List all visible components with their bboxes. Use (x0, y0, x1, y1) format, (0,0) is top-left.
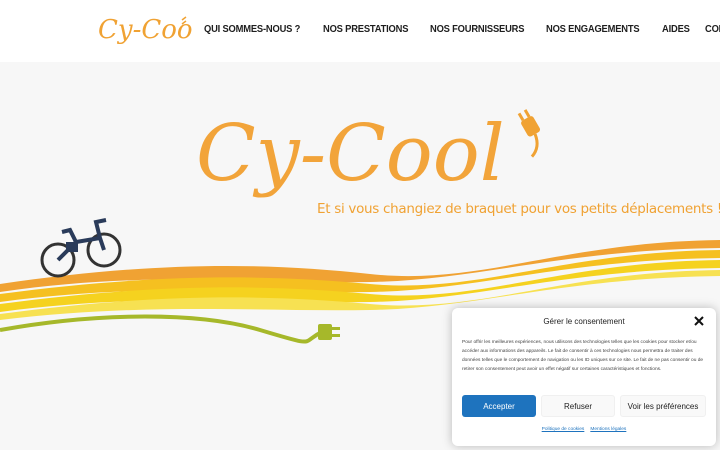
nav-contact[interactable]: CONTACT (705, 22, 720, 38)
cookie-policy-link[interactable]: Politique de cookies (542, 427, 585, 432)
nav-aides[interactable]: AIDES (662, 22, 690, 38)
preferences-button[interactable]: Voir les préférences (620, 395, 706, 417)
nav-qui-sommes-nous[interactable]: QUI SOMMES-NOUS ? (204, 22, 300, 38)
green-plug-icon (318, 324, 340, 340)
accept-button[interactable]: Accepter (462, 395, 536, 417)
main-nav: QUI SOMMES-NOUS ? NOS PRESTATIONS NOS FO… (204, 22, 720, 38)
close-icon[interactable] (692, 314, 706, 328)
consent-title: Gérer le consentement (543, 317, 625, 326)
svg-text:Cy-Cool: Cy-Cool (196, 109, 505, 199)
consent-body: Pour offrir les meilleures expériences, … (462, 340, 704, 372)
site-logo[interactable]: Cy-Cool (96, 8, 192, 52)
nav-prestations[interactable]: NOS PRESTATIONS (323, 22, 408, 38)
legal-notice-link[interactable]: Mentions légales (590, 427, 626, 432)
refuse-button[interactable]: Refuser (541, 395, 615, 417)
site-header: Cy-Cool QUI SOMMES-NOUS ? NOS PRESTATION… (0, 0, 720, 62)
plug-icon (517, 109, 541, 158)
hero-tagline: Et si vous changiez de braquet pour vos … (317, 201, 720, 217)
bicycle-icon (40, 218, 122, 278)
nav-fournisseurs[interactable]: NOS FOURNISSEURS (430, 22, 524, 38)
nav-engagements[interactable]: NOS ENGAGEMENTS (546, 22, 640, 38)
cookie-consent-dialog: Gérer le consentement Pour offrir les me… (452, 308, 716, 446)
svg-text:Cy-Cool: Cy-Cool (98, 15, 192, 45)
hero-logo: Cy-Cool (196, 109, 505, 199)
consent-links: Politique de cookies Mentions légales (452, 427, 716, 432)
